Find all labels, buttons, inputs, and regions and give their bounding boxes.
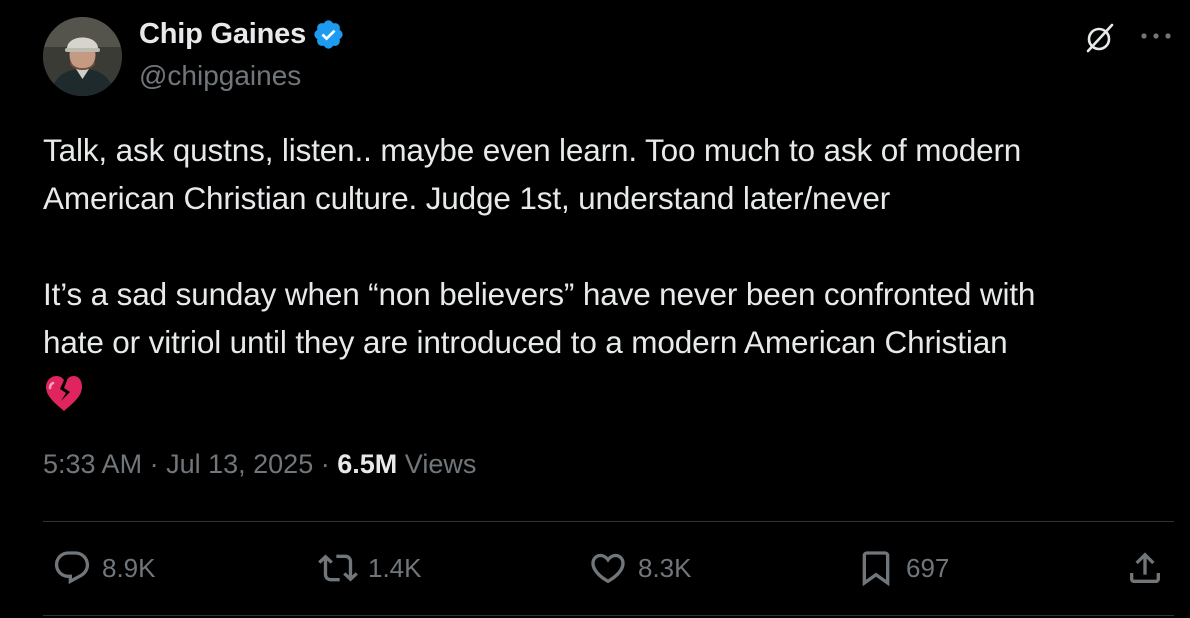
tweet-line: It’s a sad sunday when “non believers” h…: [43, 276, 1036, 312]
views-count[interactable]: 6.5M: [337, 449, 397, 479]
tweet-emoji-line: [43, 366, 1173, 414]
avatar-photo: [43, 17, 122, 96]
heart-icon: [591, 553, 625, 584]
divider: [43, 615, 1174, 616]
repost-button[interactable]: 1.4K: [318, 548, 422, 588]
meta-separator: ·: [320, 449, 330, 479]
grok-icon[interactable]: [1084, 22, 1116, 54]
bookmark-button[interactable]: 697: [856, 548, 949, 588]
verified-badge-icon: [314, 20, 343, 49]
repost-count: 1.4K: [368, 552, 422, 583]
tweet-line: American Christian culture. Judge 1st, u…: [43, 180, 891, 216]
share-icon: [1130, 552, 1160, 583]
like-button[interactable]: 8.3K: [588, 548, 692, 588]
tweet-time[interactable]: 5:33 AM: [43, 449, 142, 479]
tweet-date[interactable]: Jul 13, 2025: [166, 449, 313, 479]
tweet-line: Talk, ask qustns, listen.. maybe even le…: [43, 132, 1022, 168]
divider: [43, 521, 1174, 522]
broken-heart-emoji: [46, 375, 82, 411]
reply-count: 8.9K: [102, 552, 156, 583]
like-count: 8.3K: [638, 552, 692, 583]
author-name-row[interactable]: Chip Gaines: [139, 18, 345, 51]
repost-icon: [318, 554, 358, 582]
views-label: Views: [404, 449, 477, 479]
meta-separator: ·: [149, 449, 159, 479]
tweet-line: hate or vitriol until they are introduce…: [43, 324, 1008, 360]
reply-icon: [54, 551, 90, 585]
bookmark-count: 697: [906, 552, 950, 583]
avatar[interactable]: [43, 17, 122, 96]
bookmark-icon: [862, 551, 890, 587]
author-handle[interactable]: @chipgaines: [139, 60, 301, 92]
tweet-meta: 5:33 AM · Jul 13, 2025 · 6.5M Views: [43, 449, 476, 480]
author-display-name[interactable]: Chip Gaines: [139, 18, 306, 51]
share-button[interactable]: [1125, 548, 1175, 588]
tweet-text: Talk, ask qustns, listen.. maybe even le…: [43, 126, 1173, 414]
reply-button[interactable]: 8.9K: [52, 548, 156, 588]
more-options-icon[interactable]: [1139, 26, 1173, 46]
